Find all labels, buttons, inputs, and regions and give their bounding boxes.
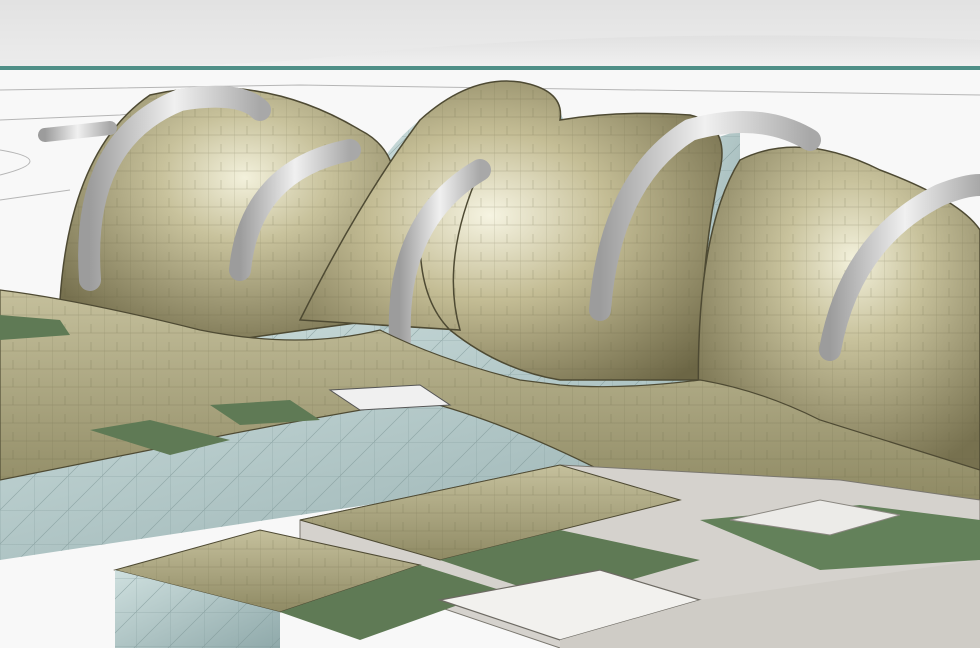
horizon-line xyxy=(0,66,980,70)
architectural-rendering xyxy=(0,0,980,648)
arch-pipe-left xyxy=(38,121,117,142)
rendering-canvas xyxy=(0,0,980,648)
